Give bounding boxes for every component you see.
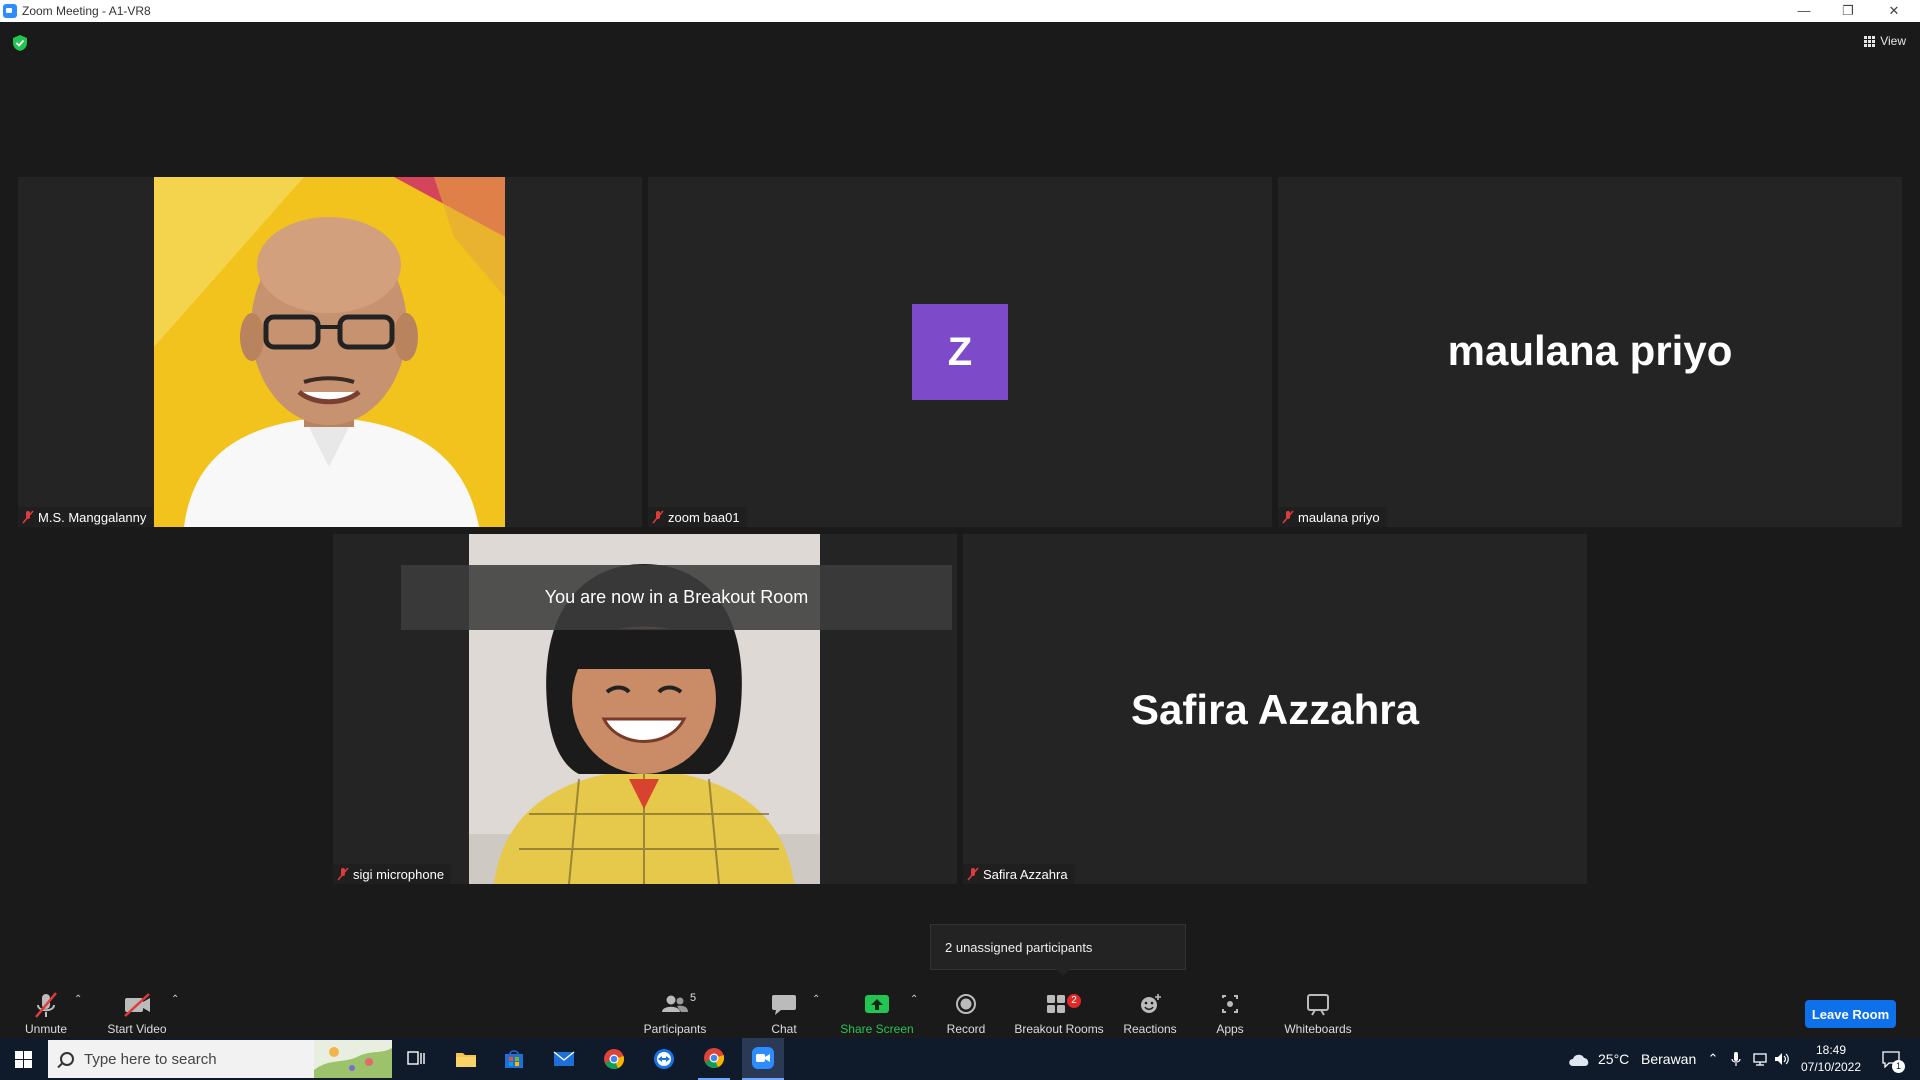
window-title: Zoom Meeting - A1-VR8 [22, 4, 151, 18]
participant-name-label: sigi microphone [333, 864, 452, 884]
record-button[interactable]: Record [946, 980, 986, 1038]
share-screen-button[interactable]: Share Screen [840, 980, 914, 1038]
participant-display-name: maulana priyo [1447, 327, 1733, 374]
reactions-emoji-icon [1141, 994, 1161, 1013]
teamviewer-icon[interactable] [650, 1038, 678, 1080]
unassigned-participants-tooltip: 2 unassigned participants [930, 924, 1186, 976]
weather-description[interactable]: Berawan [1641, 1051, 1696, 1067]
weather-temperature[interactable]: 25°C [1598, 1051, 1629, 1067]
participant-display-name: Safira Azzahra [1131, 686, 1419, 733]
record-icon [956, 994, 976, 1014]
participant-name-label: maulana priyo [1278, 507, 1387, 527]
breakout-rooms-button[interactable]: 2 Breakout Rooms [1014, 980, 1104, 1038]
volume-icon[interactable] [1772, 1038, 1792, 1080]
whiteboards-button[interactable]: Whiteboards [1282, 980, 1354, 1038]
search-placeholder: Type here to search [84, 1050, 217, 1068]
participants-count: 5 [690, 992, 697, 1004]
meeting-toolbar: Unmute ⌃ Start Video ⌃ 5 Participants Ch… [0, 980, 1920, 1038]
zoom-app-icon [3, 4, 17, 18]
show-hidden-icons-chevron-icon[interactable]: ⌃ [1704, 1038, 1722, 1080]
task-view-icon[interactable] [404, 1038, 428, 1080]
participant-name-label: M.S. Manggalanny [18, 507, 154, 527]
breakout-room-notification: You are now in a Breakout Room [401, 565, 952, 630]
mic-off-icon [652, 510, 664, 524]
window-titlebar: Zoom Meeting - A1-VR8 — ❐ ✕ [0, 0, 1920, 22]
avatar: Z [912, 304, 1008, 400]
video-tile[interactable]: Z zoom baa01 [648, 177, 1272, 527]
weather-cloud-icon[interactable] [1566, 1038, 1592, 1080]
notification-center-icon[interactable]: 1 [1876, 1038, 1906, 1080]
chat-button[interactable]: Chat [764, 980, 804, 1038]
reactions-button[interactable]: Reactions [1122, 980, 1178, 1038]
minimize-icon[interactable]: — [1782, 0, 1826, 22]
mic-off-icon [1282, 510, 1294, 524]
participant-photo [154, 177, 505, 527]
video-off-icon [124, 993, 150, 1017]
apps-button[interactable]: Apps [1210, 980, 1250, 1038]
zoom-taskbar-icon[interactable] [742, 1038, 784, 1080]
mic-off-icon [22, 510, 34, 524]
file-explorer-icon[interactable] [452, 1038, 480, 1080]
mail-icon[interactable] [550, 1038, 578, 1080]
shield-icon[interactable] [12, 34, 28, 52]
start-video-button[interactable]: Start Video [104, 980, 170, 1038]
clock-time: 18:49 [1815, 1043, 1847, 1057]
audio-options-chevron-icon[interactable]: ⌃ [74, 994, 82, 1005]
mic-muted-icon [35, 992, 57, 1018]
leave-room-button[interactable]: Leave Room [1805, 1000, 1896, 1028]
participant-name-label: zoom baa01 [648, 507, 747, 527]
participants-button[interactable]: 5 Participants [640, 980, 710, 1038]
grid-icon [1864, 35, 1876, 47]
microphone-tray-icon[interactable] [1727, 1038, 1745, 1080]
mic-off-icon [967, 867, 979, 881]
search-highlight-illustration-icon [314, 1040, 392, 1078]
participant-name-label: Safira Azzahra [963, 864, 1075, 884]
clock-date: 07/10/2022 [1800, 1060, 1862, 1074]
video-options-chevron-icon[interactable]: ⌃ [171, 994, 179, 1005]
apps-icon [1222, 995, 1238, 1013]
windows-start-icon[interactable] [15, 1051, 32, 1068]
chat-options-chevron-icon[interactable]: ⌃ [812, 994, 820, 1005]
chrome-icon[interactable] [600, 1038, 628, 1080]
view-label: View [1880, 34, 1906, 48]
network-icon[interactable] [1750, 1038, 1770, 1080]
windows-taskbar: Type here to search 25°C Berawan ⌃ 18:49… [0, 1038, 1920, 1080]
participants-icon [662, 995, 688, 1012]
search-icon [60, 1052, 74, 1066]
mic-off-icon [337, 867, 349, 881]
share-screen-icon [865, 995, 889, 1013]
unmute-button[interactable]: Unmute [20, 980, 72, 1038]
taskbar-search-input[interactable]: Type here to search [48, 1040, 392, 1078]
video-tile[interactable]: M.S. Manggalanny [18, 177, 642, 527]
microsoft-store-icon[interactable] [500, 1038, 528, 1080]
chrome-profile-icon[interactable] [698, 1038, 730, 1080]
video-tile[interactable]: Safira Azzahra Safira Azzahra [963, 534, 1587, 884]
chat-icon [772, 995, 796, 1015]
breakout-rooms-badge: 2 [1067, 994, 1081, 1008]
close-icon[interactable]: ✕ [1872, 0, 1916, 22]
share-options-chevron-icon[interactable]: ⌃ [910, 994, 918, 1005]
notification-count-badge: 1 [1892, 1060, 1905, 1073]
taskbar-clock[interactable]: 18:49 07/10/2022 [1796, 1042, 1866, 1076]
video-tile[interactable]: maulana priyo maulana priyo [1278, 177, 1902, 527]
restore-icon[interactable]: ❐ [1826, 0, 1870, 22]
view-button[interactable]: View [1864, 34, 1906, 48]
whiteboard-icon [1307, 994, 1329, 1016]
